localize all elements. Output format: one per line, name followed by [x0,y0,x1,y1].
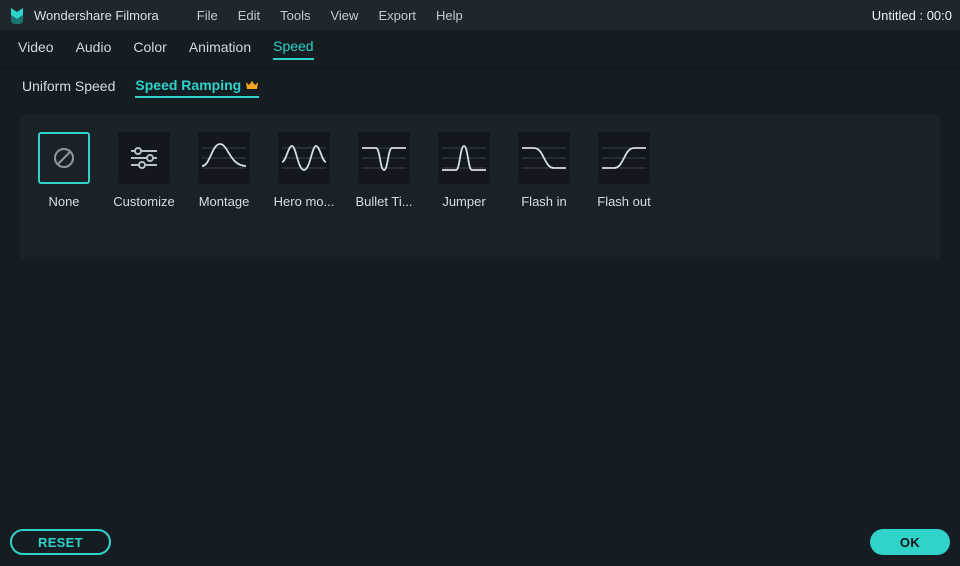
preset-label: Montage [199,194,250,209]
preset-label: Flash in [521,194,567,209]
preset-bullet-time[interactable]: Bullet Ti... [356,132,412,209]
subtab-speed-ramping[interactable]: Speed Ramping [135,74,259,98]
preset-customize[interactable]: Customize [116,132,172,209]
tabbar: Video Audio Color Animation Speed [0,30,960,68]
tab-animation[interactable]: Animation [189,39,251,59]
tab-color[interactable]: Color [133,39,166,59]
flashout-curve-icon [598,132,650,184]
reset-button[interactable]: RESET [10,529,111,555]
preset-label: Flash out [597,194,650,209]
preset-label: Jumper [442,194,485,209]
preset-flash-in[interactable]: Flash in [516,132,572,209]
sliders-icon [118,132,170,184]
app-title: Wondershare Filmora [34,8,159,23]
premium-crown-icon [245,79,259,91]
tab-speed[interactable]: Speed [273,38,313,60]
preset-jumper[interactable]: Jumper [436,132,492,209]
preset-none[interactable]: None [36,132,92,209]
preset-flash-out[interactable]: Flash out [596,132,652,209]
menubar: Wondershare Filmora File Edit Tools View… [0,0,960,30]
app-logo-icon [8,6,26,24]
preset-label: Hero mo... [274,194,335,209]
flashin-curve-icon [518,132,570,184]
jumper-curve-icon [438,132,490,184]
hero-curve-icon [278,132,330,184]
subtab-row: Uniform Speed Speed Ramping [0,68,960,104]
menu-help[interactable]: Help [426,8,473,23]
preset-hero-moment[interactable]: Hero mo... [276,132,332,209]
menu-tools[interactable]: Tools [270,8,320,23]
subtab-uniform-speed[interactable]: Uniform Speed [22,75,115,97]
bullet-curve-icon [358,132,410,184]
menu-export[interactable]: Export [368,8,426,23]
document-title: Untitled : 00:0 [872,8,952,23]
montage-curve-icon [198,132,250,184]
menu-edit[interactable]: Edit [228,8,270,23]
preset-panel: None Customize Montage [20,114,940,259]
menu-file[interactable]: File [187,8,228,23]
preset-label: Customize [113,194,174,209]
preset-row: None Customize Montage [36,132,924,209]
preset-label: None [48,194,79,209]
ok-button[interactable]: OK [870,529,950,555]
tab-video[interactable]: Video [18,39,54,59]
preset-montage[interactable]: Montage [196,132,252,209]
bottombar: RESET OK [0,518,960,566]
subtab-label: Uniform Speed [22,78,115,94]
none-icon [38,132,90,184]
menu-view[interactable]: View [320,8,368,23]
subtab-label: Speed Ramping [135,77,241,93]
preset-label: Bullet Ti... [355,194,412,209]
tab-audio[interactable]: Audio [76,39,112,59]
